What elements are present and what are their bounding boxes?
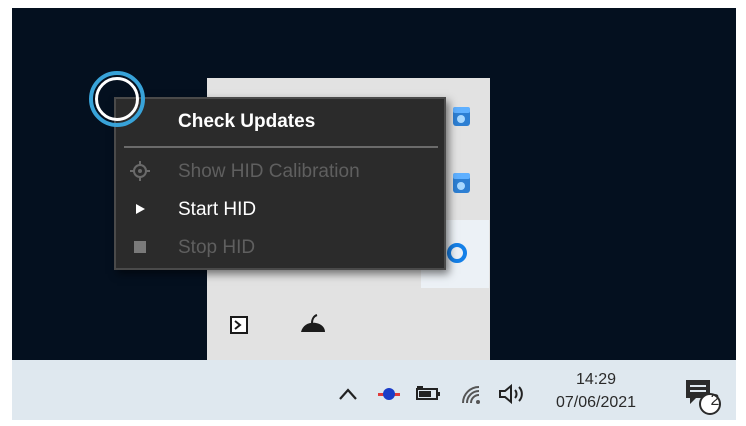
clock-time: 14:29 <box>575 371 617 388</box>
stop-icon <box>130 237 150 257</box>
blue-app-icon[interactable] <box>450 104 472 128</box>
chevron-up-icon[interactable] <box>336 380 360 408</box>
menu-item-check-updates[interactable]: Check Updates <box>116 103 444 139</box>
cortana-circle-icon[interactable] <box>446 238 470 266</box>
menu-item-stop-hid[interactable]: Stop HID <box>116 229 444 265</box>
menu-item-show-hid-calibration[interactable]: Show HID Calibration <box>116 153 444 189</box>
clock-date: 07/06/2021 <box>555 394 637 411</box>
action-center-button[interactable]: 2 <box>680 376 724 416</box>
menu-item-label: Check Updates <box>178 111 316 132</box>
wifi-icon[interactable] <box>458 382 484 406</box>
terminal-icon[interactable] <box>228 314 250 336</box>
context-menu: Check Updates Show HID Calibration Start… <box>114 97 446 270</box>
blue-app-icon[interactable] <box>450 170 472 196</box>
menu-separator <box>124 146 438 148</box>
volume-icon[interactable] <box>496 382 530 406</box>
bluetooth-device-icon[interactable] <box>374 382 404 406</box>
taskbar-clock[interactable]: 14:29 07/06/2021 <box>544 368 648 418</box>
menu-item-start-hid[interactable]: Start HID <box>116 191 444 227</box>
battery-icon[interactable] <box>414 384 444 404</box>
target-icon <box>130 161 150 181</box>
menu-item-label: Start HID <box>178 199 257 220</box>
notification-count-badge: 2 <box>710 392 720 409</box>
click-highlight-inner-ring <box>95 77 139 121</box>
menu-item-label: Show HID Calibration <box>178 161 360 182</box>
mouse-icon[interactable] <box>298 314 328 336</box>
play-icon <box>130 199 150 219</box>
menu-item-label: Stop HID <box>178 237 256 258</box>
